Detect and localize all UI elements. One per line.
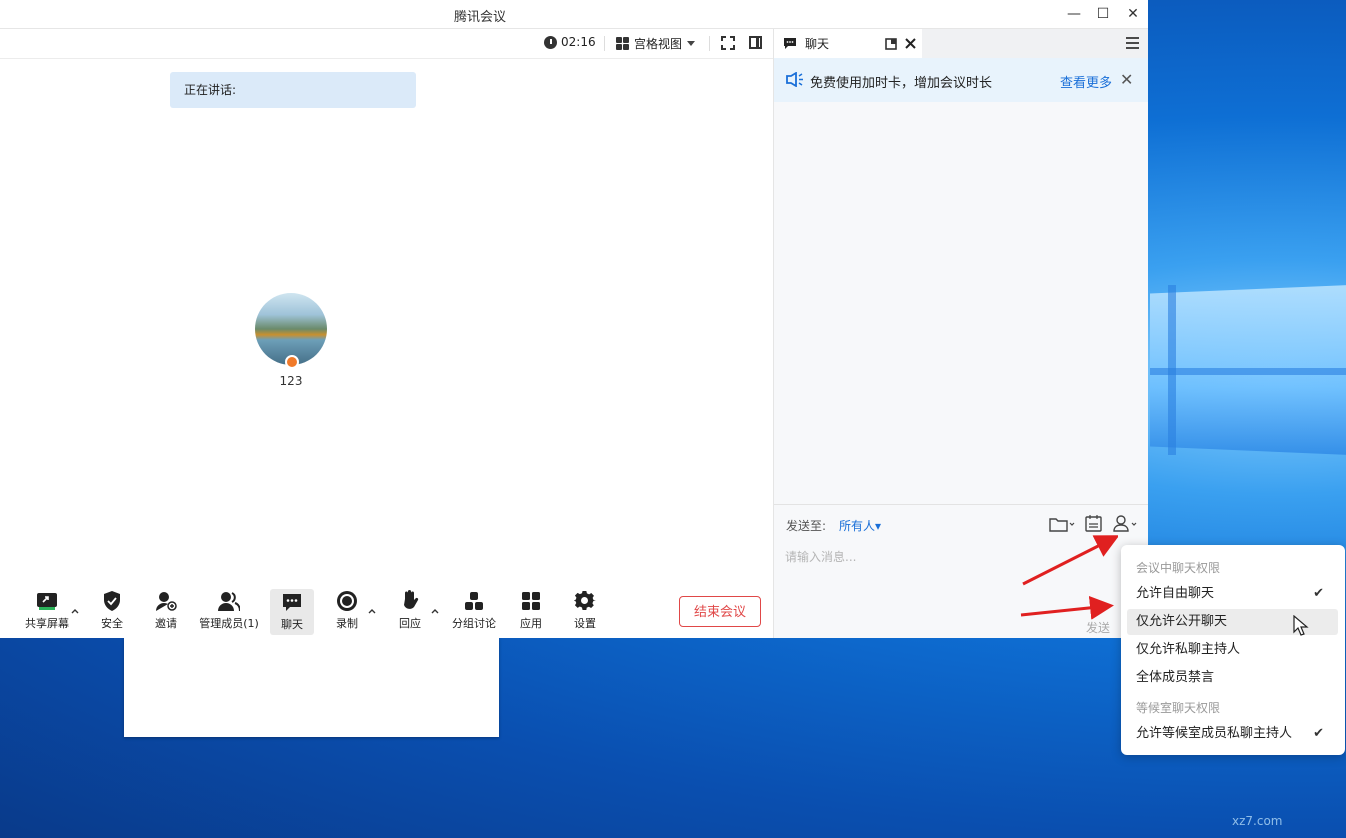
watermark: xz7.com xyxy=(1232,814,1283,828)
invite-button[interactable]: 邀请 xyxy=(152,590,180,631)
folder-icon[interactable] xyxy=(1049,516,1075,532)
menu-item-waiting-room-private[interactable]: 允许等候室成员私聊主持人 ✔ xyxy=(1127,721,1338,747)
toolbar-label: 共享屏幕 xyxy=(25,617,69,630)
menu-section-header: 会议中聊天权限 xyxy=(1136,561,1221,575)
apps-button[interactable]: 应用 xyxy=(517,590,545,631)
menu-icon[interactable] xyxy=(1126,37,1139,49)
timer-text: 02:16 xyxy=(561,35,596,49)
menu-item-label: 仅允许私聊主持人 xyxy=(1136,642,1241,657)
meeting-window: 腾讯会议 — ☐ ✕ 02:16 宫格视图 正在讲话: 123 共享屏幕 安全 … xyxy=(0,0,1148,638)
menu-item-label: 仅允许公开聊天 xyxy=(1136,614,1228,629)
windows-logo-divider xyxy=(1150,368,1346,375)
speaker-icon xyxy=(786,72,803,87)
promo-text: 免费使用加时卡，增加会议时长 xyxy=(810,76,993,91)
breakout-icon xyxy=(465,592,483,610)
menu-item-mute-all[interactable]: 全体成员禁言 xyxy=(1127,665,1338,691)
popout-icon[interactable] xyxy=(885,38,897,50)
chat-icon xyxy=(784,38,796,49)
chat-permission-menu: 会议中聊天权限 允许自由聊天 ✔ 仅允许公开聊天 仅允许私聊主持人 全体成员禁言… xyxy=(1121,545,1345,755)
reaction-icon xyxy=(404,590,419,609)
clock-icon xyxy=(544,35,557,49)
reaction-button[interactable]: 回应 xyxy=(396,590,424,631)
annotation-arrows xyxy=(1020,535,1118,620)
chat-button[interactable]: 聊天 xyxy=(270,589,314,635)
gear-icon xyxy=(574,590,596,610)
manage-members-button[interactable]: 管理成员(1) xyxy=(199,590,259,631)
minimize-button[interactable]: — xyxy=(1061,4,1087,24)
menu-item-label: 全体成员禁言 xyxy=(1136,670,1215,685)
fullscreen-icon[interactable] xyxy=(721,36,735,50)
menu-item-label: 允许自由聊天 xyxy=(1136,586,1215,601)
send-to-dropdown[interactable]: 所有人▾ xyxy=(839,517,881,534)
toolbar-label: 管理成员(1) xyxy=(199,617,259,630)
caret-down-icon xyxy=(687,41,696,46)
background-window xyxy=(124,638,499,737)
menu-section-header: 等候室聊天权限 xyxy=(1136,701,1221,715)
toolbar-label: 回应 xyxy=(399,617,421,630)
breakout-rooms-button[interactable]: 分组讨论 xyxy=(451,590,497,631)
menu-item-allow-free-chat[interactable]: 允许自由聊天 ✔ xyxy=(1127,581,1338,607)
close-icon[interactable] xyxy=(905,38,916,49)
toolbar-label: 应用 xyxy=(520,617,542,630)
sidebar-toggle-icon[interactable] xyxy=(749,36,762,49)
close-icon[interactable]: ✕ xyxy=(1120,70,1133,89)
mouse-cursor-icon xyxy=(1293,615,1309,636)
chevron-up-icon[interactable] xyxy=(368,607,376,615)
close-button[interactable]: ✕ xyxy=(1120,4,1146,24)
toolbar-label: 安全 xyxy=(101,617,123,630)
toolbar-label: 设置 xyxy=(574,617,596,630)
share-screen-button[interactable]: 共享屏幕 xyxy=(24,590,70,631)
meeting-bottom-toolbar: 共享屏幕 安全 邀请 管理成员(1) 聊天 录制 回应 分组讨论 应用 设置 结… xyxy=(0,585,773,638)
host-badge-icon xyxy=(285,355,299,369)
meeting-top-toolbar: 02:16 宫格视图 xyxy=(0,29,773,59)
toolbar-label: 录制 xyxy=(336,617,358,630)
send-to-value: 所有人 xyxy=(839,519,876,533)
tab-chat[interactable]: 聊天 xyxy=(774,29,922,58)
checkmark-icon: ✔ xyxy=(1313,726,1324,741)
chevron-up-icon[interactable] xyxy=(71,607,79,615)
view-mode-dropdown[interactable]: 宫格视图 xyxy=(616,35,696,52)
view-mode-label: 宫格视图 xyxy=(634,37,683,51)
participant-name: 123 xyxy=(279,374,303,388)
shield-icon xyxy=(104,591,120,611)
speaking-indicator: 正在讲话: xyxy=(170,72,416,108)
toolbar-label: 邀请 xyxy=(155,617,177,630)
security-button[interactable]: 安全 xyxy=(98,590,126,631)
settings-button[interactable]: 设置 xyxy=(571,590,599,631)
meeting-timer: 02:16 xyxy=(544,35,596,49)
window-title: 腾讯会议 xyxy=(453,10,506,25)
grid-view-icon xyxy=(616,37,629,50)
title-bar: 腾讯会议 — ☐ ✕ xyxy=(0,0,1148,29)
record-button[interactable]: 录制 xyxy=(333,590,361,631)
end-meeting-button[interactable]: 结束会议 xyxy=(679,596,761,627)
record-icon xyxy=(337,591,357,611)
send-to-label: 发送至: xyxy=(786,519,827,533)
members-icon xyxy=(218,592,240,612)
checkmark-icon: ✔ xyxy=(1313,586,1324,601)
maximize-button[interactable]: ☐ xyxy=(1090,4,1116,24)
promo-more-link[interactable]: 查看更多 xyxy=(1060,72,1112,91)
menu-item-private-host-only[interactable]: 仅允许私聊主持人 xyxy=(1127,637,1338,663)
apps-icon xyxy=(522,592,540,610)
announcement-icon[interactable] xyxy=(1085,514,1102,532)
divider xyxy=(774,504,1148,505)
chevron-up-icon[interactable] xyxy=(431,607,439,615)
share-screen-icon xyxy=(37,593,57,610)
toolbar-label: 聊天 xyxy=(281,618,303,631)
message-input[interactable]: 请输入消息... xyxy=(785,548,856,565)
chat-permission-icon[interactable] xyxy=(1113,515,1139,532)
chat-icon xyxy=(283,594,301,611)
promo-banner: 免费使用加时卡，增加会议时长 查看更多 ✕ xyxy=(774,58,1148,102)
toolbar-label: 分组讨论 xyxy=(452,617,496,630)
chat-tab-label: 聊天 xyxy=(805,37,830,51)
invite-icon xyxy=(156,592,177,611)
chat-tab-bar: 聊天 xyxy=(774,29,1148,59)
menu-item-label: 允许等候室成员私聊主持人 xyxy=(1136,726,1293,741)
